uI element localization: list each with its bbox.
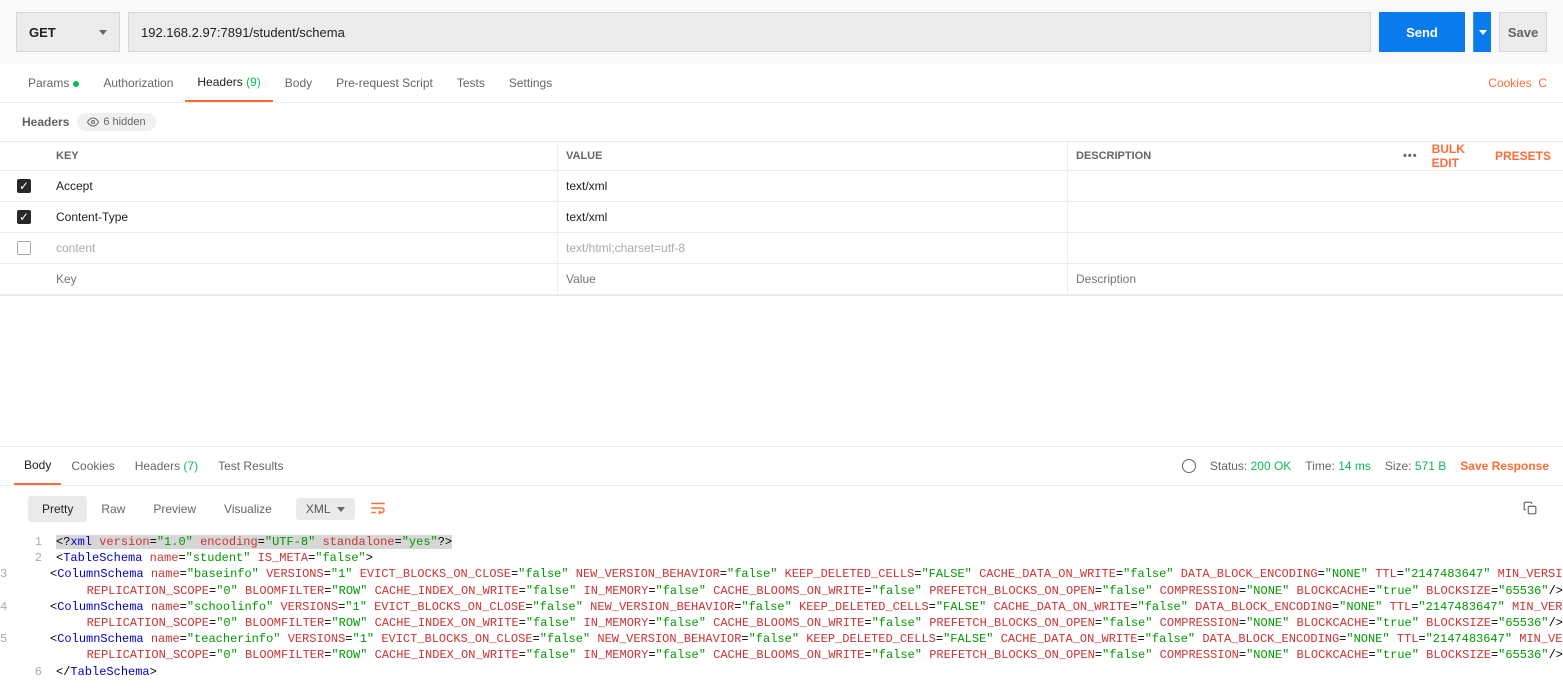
header-key[interactable]: Content-Type [48, 202, 558, 232]
header-key[interactable]: Accept [48, 171, 558, 201]
headers-label: Headers [22, 115, 69, 129]
response-tabs: Body Cookies Headers (7) Test Results St… [0, 446, 1563, 486]
response-status: Status: 200 OK Time: 14 ms Size: 571 B S… [1182, 459, 1549, 473]
header-desc[interactable] [1068, 240, 1563, 256]
save-response-link[interactable]: Save Response [1460, 459, 1549, 473]
method-value: GET [29, 25, 56, 40]
view-pretty[interactable]: Pretty [28, 496, 87, 522]
tab-settings[interactable]: Settings [497, 65, 564, 101]
checkbox[interactable] [17, 241, 31, 255]
col-desc: DESCRIPTION [1068, 142, 1403, 170]
header-value[interactable]: text/xml [558, 202, 1068, 232]
cookies-link[interactable]: Cookies C [1488, 76, 1547, 90]
rtab-body[interactable]: Body [14, 447, 61, 485]
view-visualize[interactable]: Visualize [210, 496, 286, 522]
table-row: content text/html;charset=utf-8 [0, 233, 1563, 264]
headers-grid: KEY VALUE DESCRIPTION ••• Bulk Edit Pres… [0, 141, 1563, 296]
grid-header-row: KEY VALUE DESCRIPTION ••• Bulk Edit Pres… [0, 142, 1563, 171]
new-key-input[interactable] [56, 272, 549, 286]
request-bar: GET Send Save [0, 0, 1563, 64]
chevron-down-icon [337, 507, 345, 512]
rtab-headers[interactable]: Headers (7) [125, 448, 208, 484]
chevron-down-icon [1479, 30, 1487, 35]
header-desc[interactable] [1068, 209, 1563, 225]
response-code[interactable]: 1<?xml version="1.0" encoding="UTF-8" st… [0, 532, 1563, 688]
new-value-input[interactable] [566, 272, 1059, 286]
copy-icon[interactable] [1523, 501, 1537, 518]
tab-body[interactable]: Body [273, 65, 324, 101]
hidden-headers-pill[interactable]: 6 hidden [77, 113, 155, 131]
tab-prerequest[interactable]: Pre-request Script [324, 65, 445, 101]
response-viewbar: Pretty Raw Preview Visualize XML [0, 486, 1563, 532]
save-button[interactable]: Save [1499, 12, 1547, 52]
presets-link[interactable]: Presets [1495, 149, 1551, 163]
rtab-test-results[interactable]: Test Results [208, 448, 293, 484]
grid-new-row [0, 264, 1563, 295]
header-desc[interactable] [1068, 178, 1563, 194]
send-dropdown-button[interactable] [1473, 12, 1491, 52]
dot-icon [73, 81, 79, 87]
tab-authorization[interactable]: Authorization [91, 65, 185, 101]
rtab-cookies[interactable]: Cookies [61, 448, 124, 484]
new-desc-input[interactable] [1076, 272, 1555, 286]
checkbox[interactable]: ✓ [17, 210, 31, 224]
table-row: ✓ Content-Type text/xml [0, 202, 1563, 233]
view-raw[interactable]: Raw [87, 496, 139, 522]
globe-icon[interactable] [1182, 459, 1196, 473]
method-select[interactable]: GET [16, 12, 120, 52]
view-preview[interactable]: Preview [139, 496, 210, 522]
bulk-edit-link[interactable]: Bulk Edit [1432, 142, 1481, 170]
header-value[interactable]: text/html;charset=utf-8 [558, 233, 1068, 263]
col-value: VALUE [558, 142, 1068, 170]
more-icon[interactable]: ••• [1403, 150, 1418, 162]
header-value[interactable]: text/xml [558, 171, 1068, 201]
tab-headers[interactable]: Headers (9) [185, 64, 272, 102]
headers-subheader: Headers 6 hidden [0, 103, 1563, 141]
col-key: KEY [48, 142, 558, 170]
checkbox[interactable]: ✓ [17, 179, 31, 193]
eye-icon [87, 116, 99, 128]
tab-tests[interactable]: Tests [445, 65, 497, 101]
send-button[interactable]: Send [1379, 12, 1465, 52]
table-row: ✓ Accept text/xml [0, 171, 1563, 202]
chevron-down-icon [99, 30, 107, 35]
request-tabs: Params Authorization Headers (9) Body Pr… [0, 64, 1563, 103]
tab-params[interactable]: Params [16, 65, 91, 101]
spacer [0, 296, 1563, 446]
url-input[interactable] [128, 12, 1371, 52]
header-key[interactable]: content [48, 233, 558, 263]
format-select[interactable]: XML [296, 498, 355, 520]
wrap-icon[interactable] [369, 499, 387, 520]
